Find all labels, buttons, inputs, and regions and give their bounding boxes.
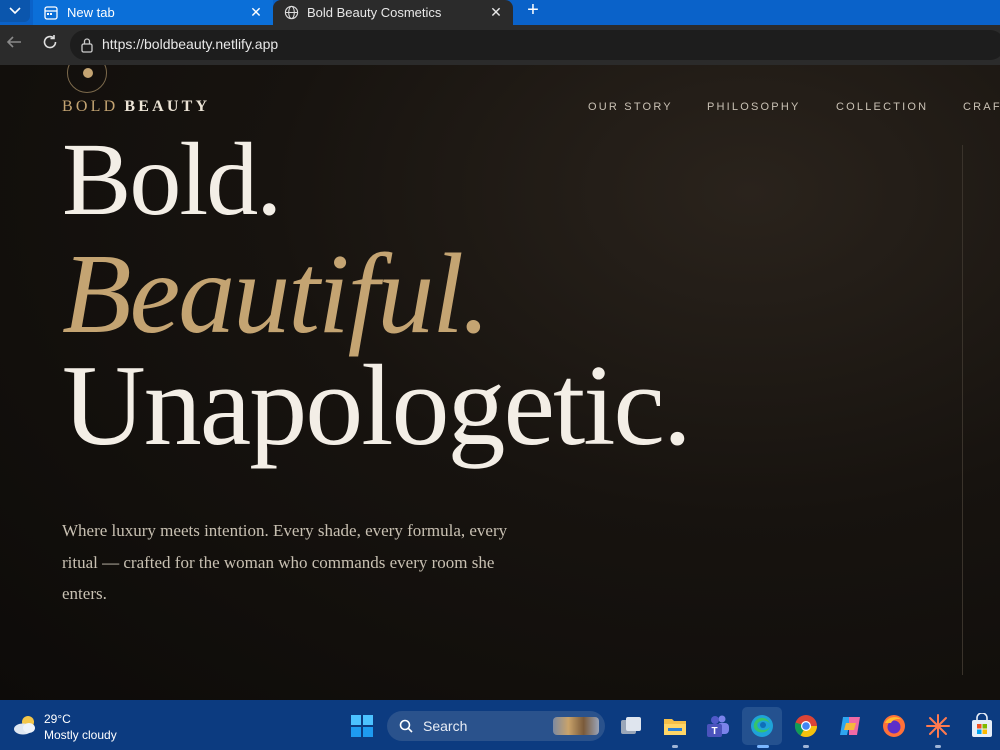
tab-label: Bold Beauty Cosmetics bbox=[307, 5, 442, 20]
copilot-icon[interactable] bbox=[837, 713, 863, 739]
new-tab-icon bbox=[43, 5, 59, 21]
nav-link-collection[interactable]: COLLECTION bbox=[836, 101, 928, 113]
nav-link-philosophy[interactable]: PHILOSOPHY bbox=[707, 101, 801, 113]
brand-wordmark[interactable]: BOLD BEAUTY bbox=[62, 98, 210, 116]
file-explorer-icon[interactable] bbox=[662, 713, 688, 739]
chrome-icon[interactable] bbox=[793, 713, 819, 739]
browser-toolbar: https://boldbeauty.netlify.app bbox=[0, 25, 1000, 65]
reload-button[interactable] bbox=[38, 33, 62, 57]
close-tab-icon[interactable]: ✕ bbox=[485, 4, 507, 21]
arrow-left-icon bbox=[6, 36, 21, 48]
decorative-divider bbox=[962, 145, 963, 675]
active-indicator bbox=[757, 745, 769, 748]
chevron-down-icon bbox=[9, 7, 21, 15]
reload-icon bbox=[43, 35, 57, 49]
hero-headline-beautiful: Beautiful. bbox=[62, 230, 490, 357]
running-indicator bbox=[803, 745, 809, 748]
tab-new-tab[interactable]: New tab ✕ bbox=[33, 0, 273, 25]
taskbar-search[interactable]: Search bbox=[387, 711, 605, 741]
brand-second-word: BEAUTY bbox=[124, 98, 211, 115]
brand-first-word: BOLD bbox=[62, 98, 119, 115]
svg-text:T: T bbox=[711, 726, 717, 737]
store-icon[interactable] bbox=[969, 713, 995, 739]
task-view-icon[interactable] bbox=[618, 713, 644, 739]
close-tab-icon[interactable]: ✕ bbox=[245, 4, 267, 21]
search-placeholder: Search bbox=[423, 718, 468, 734]
teams-icon[interactable]: T bbox=[705, 713, 731, 739]
running-indicator bbox=[672, 745, 678, 748]
hero-lead-paragraph: Where luxury meets intention. Every shad… bbox=[62, 521, 508, 603]
hero-headline-bold: Bold. bbox=[62, 122, 282, 237]
windows-taskbar: 29°C Mostly cloudy Search T bbox=[0, 700, 1000, 750]
partly-cloudy-icon[interactable] bbox=[12, 714, 38, 736]
windows-start-icon[interactable] bbox=[351, 715, 373, 737]
globe-icon bbox=[283, 5, 299, 21]
weather-condition[interactable]: Mostly cloudy bbox=[44, 728, 117, 742]
lock-icon bbox=[81, 38, 93, 53]
brand-logo-icon[interactable] bbox=[67, 65, 107, 93]
tab-strip: New tab ✕ Bold Beauty Cosmetics ✕ + bbox=[0, 0, 1000, 25]
running-indicator bbox=[935, 745, 941, 748]
search-icon bbox=[399, 719, 413, 733]
nav-link-craft[interactable]: CRAFT bbox=[963, 101, 1000, 113]
search-highlight-image[interactable] bbox=[553, 717, 599, 735]
firefox-icon[interactable] bbox=[881, 713, 907, 739]
tab-actions-menu-button[interactable] bbox=[0, 0, 30, 22]
tab-bold-beauty[interactable]: Bold Beauty Cosmetics ✕ bbox=[273, 0, 513, 25]
new-tab-button[interactable]: + bbox=[522, 0, 544, 22]
spark-app-icon[interactable] bbox=[925, 713, 951, 739]
weather-temperature[interactable]: 29°C bbox=[44, 712, 71, 726]
edge-icon[interactable] bbox=[749, 713, 775, 739]
tab-label: New tab bbox=[67, 5, 115, 20]
hero-headline-unapologetic: Unapologetic. bbox=[62, 342, 692, 470]
url-text[interactable]: https://boldbeauty.netlify.app bbox=[102, 36, 278, 52]
address-bar[interactable]: https://boldbeauty.netlify.app bbox=[70, 30, 1000, 60]
website-hero: BOLD BEAUTY OUR STORY PHILOSOPHY COLLECTI… bbox=[0, 65, 1000, 700]
logo-dot bbox=[83, 68, 93, 78]
back-button[interactable] bbox=[2, 33, 26, 57]
nav-link-our-story[interactable]: OUR STORY bbox=[588, 101, 673, 113]
